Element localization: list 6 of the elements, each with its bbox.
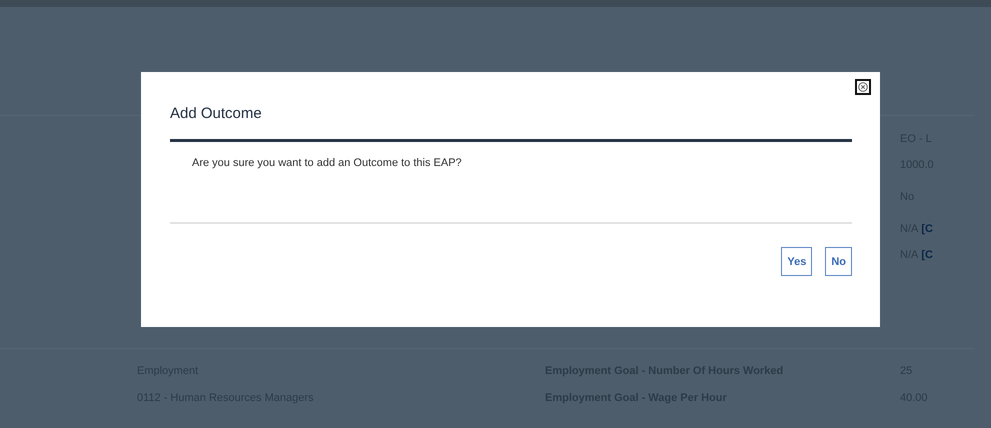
dialog-message: Are you sure you want to add an Outcome to this EAP?	[192, 156, 463, 171]
dialog-button[interactable]: Yes	[781, 247, 812, 276]
close-button[interactable]	[855, 79, 871, 95]
dialog-button[interactable]: No	[825, 247, 852, 276]
close-icon	[858, 82, 868, 92]
dialog-title: Add Outcome	[170, 104, 263, 124]
